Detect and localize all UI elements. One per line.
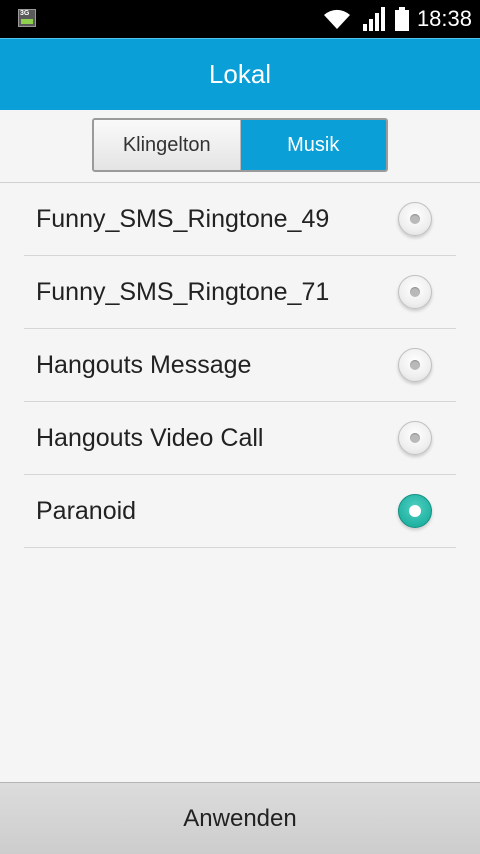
radio-button[interactable] bbox=[398, 421, 432, 455]
radio-button[interactable] bbox=[398, 348, 432, 382]
wifi-icon bbox=[323, 8, 351, 30]
battery-icon bbox=[394, 7, 409, 31]
tab-musik[interactable]: Musik bbox=[240, 120, 386, 170]
status-time: 18:38 bbox=[416, 6, 472, 31]
list-item[interactable]: Hangouts Message bbox=[24, 329, 456, 402]
list-item[interactable]: Funny_SMS_Ringtone_71 bbox=[24, 256, 456, 329]
list-item-label: Paranoid bbox=[36, 496, 137, 525]
list-item[interactable]: Funny_SMS_Ringtone_49 bbox=[24, 183, 456, 256]
radio-button-selected[interactable] bbox=[398, 494, 432, 528]
list-item-label: Hangouts Video Call bbox=[36, 423, 264, 452]
list-item-label: Hangouts Message bbox=[36, 350, 252, 379]
status-bar: 3G 18:38 bbox=[0, 0, 480, 38]
list-item[interactable]: Hangouts Video Call bbox=[24, 402, 456, 475]
sim-3g-icon: 3G bbox=[18, 9, 38, 29]
tab-switcher: Klingelton Musik bbox=[92, 118, 388, 172]
title-bar: Lokal bbox=[0, 38, 480, 110]
list-item-label: Funny_SMS_Ringtone_71 bbox=[36, 277, 330, 306]
ringtone-list: Funny_SMS_Ringtone_49 Funny_SMS_Ringtone… bbox=[24, 183, 456, 548]
tab-klingelton[interactable]: Klingelton bbox=[94, 120, 241, 170]
list-item-label: Funny_SMS_Ringtone_49 bbox=[36, 204, 330, 233]
apply-button[interactable]: Anwenden bbox=[0, 782, 480, 854]
page-title: Lokal bbox=[208, 59, 272, 89]
radio-button[interactable] bbox=[398, 275, 432, 309]
radio-button[interactable] bbox=[398, 202, 432, 236]
signal-icon bbox=[362, 7, 385, 31]
network-badge: 3G bbox=[20, 10, 30, 17]
list-item[interactable]: Paranoid bbox=[24, 475, 456, 548]
